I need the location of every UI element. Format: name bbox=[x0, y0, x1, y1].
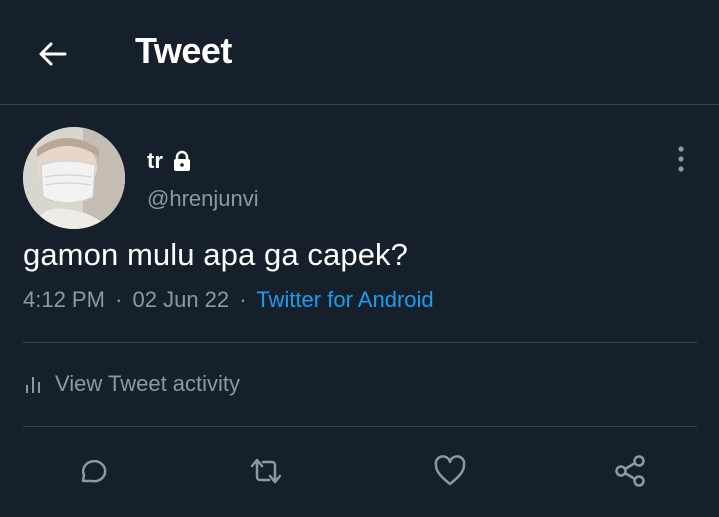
author-name: tr bbox=[147, 148, 163, 173]
tweet-text: gamon mulu apa ga capek? bbox=[23, 237, 408, 272]
header: Tweet bbox=[0, 0, 719, 105]
tweet-meta: 4:12 PM · 02 Jun 22 · Twitter for Androi… bbox=[23, 287, 434, 313]
like-button[interactable] bbox=[430, 451, 470, 491]
reply-icon bbox=[81, 459, 107, 483]
author-handle[interactable]: @hrenjunvi bbox=[147, 186, 259, 212]
page-title: Tweet bbox=[135, 30, 232, 71]
avatar[interactable] bbox=[23, 127, 125, 229]
view-tweet-activity-link[interactable]: View Tweet activity bbox=[23, 367, 240, 401]
back-button[interactable] bbox=[32, 34, 72, 74]
author-name-row[interactable]: tr bbox=[147, 146, 193, 176]
tweet-screen: Tweet tr @hrenjunvi gamon mulu apa ga ca… bbox=[0, 0, 719, 517]
bar-chart-icon bbox=[26, 377, 40, 393]
divider bbox=[23, 426, 697, 427]
share-icon bbox=[615, 455, 645, 487]
tweet-source-link[interactable]: Twitter for Android bbox=[256, 287, 433, 312]
heart-icon bbox=[434, 455, 466, 486]
lock-icon bbox=[171, 150, 193, 172]
more-vertical-icon bbox=[678, 146, 684, 172]
separator: · bbox=[239, 287, 247, 312]
arrow-left-icon bbox=[39, 42, 67, 66]
divider bbox=[23, 342, 697, 343]
separator: · bbox=[115, 287, 123, 312]
activity-label: View Tweet activity bbox=[55, 371, 241, 396]
tweet-date: 02 Jun 22 bbox=[132, 287, 230, 312]
tweet-time: 4:12 PM bbox=[23, 287, 105, 312]
avatar-image bbox=[23, 127, 125, 229]
reply-button[interactable] bbox=[71, 451, 111, 491]
more-options-button[interactable] bbox=[666, 142, 696, 176]
retweet-button[interactable] bbox=[246, 451, 286, 491]
retweet-icon bbox=[250, 458, 282, 484]
share-button[interactable] bbox=[610, 451, 650, 491]
